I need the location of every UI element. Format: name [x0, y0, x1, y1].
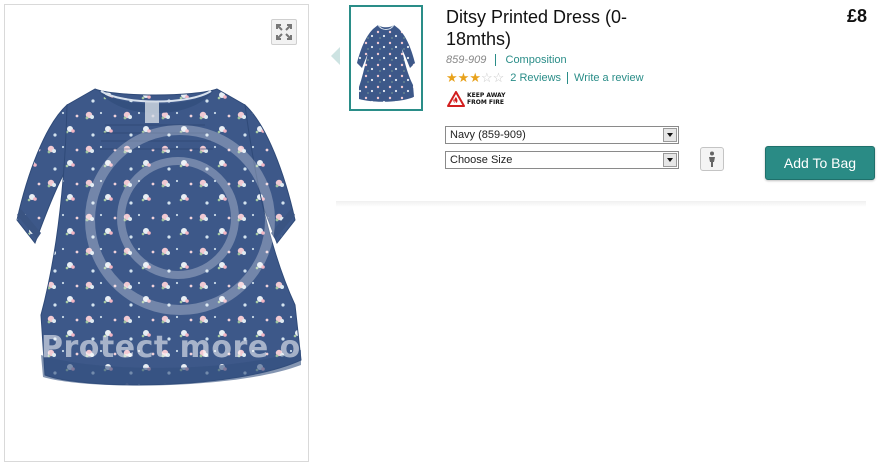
product-thumbnail[interactable]: [349, 5, 423, 111]
reviews-link[interactable]: 2 Reviews: [510, 72, 561, 84]
star-rating: ★ ★ ★ ☆ ☆: [446, 71, 504, 84]
fire-warning-text: KEEP AWAY FROM FIRE: [467, 92, 506, 106]
person-icon: [709, 151, 715, 167]
size-select-value: Choose Size: [450, 154, 513, 166]
chevron-down-icon[interactable]: [663, 153, 677, 167]
colour-select-value: Navy (859-909): [450, 129, 526, 141]
size-select[interactable]: Choose Size: [445, 151, 679, 169]
add-to-bag-button[interactable]: Add To Bag: [765, 146, 875, 180]
main-product-image[interactable]: Protect more of: [4, 4, 309, 462]
product-title: Ditsy Printed Dress (0-18mths): [446, 7, 628, 49]
write-review-link[interactable]: Write a review: [574, 72, 643, 84]
expand-image-button[interactable]: [271, 19, 297, 45]
thumbnail-dress-image: [357, 24, 415, 102]
expand-icon: [276, 24, 292, 40]
product-price: £8: [846, 6, 867, 26]
watermark-ring-inner: [117, 157, 239, 279]
fire-warning-label: KEEP AWAY FROM FIRE: [447, 91, 509, 107]
star-filled-icon: ★: [446, 70, 458, 85]
composition-link[interactable]: Composition: [506, 54, 567, 66]
chevron-left-icon[interactable]: [331, 47, 340, 65]
product-code: 859-909: [446, 54, 487, 66]
chevron-down-icon[interactable]: [663, 128, 677, 142]
colour-select[interactable]: Navy (859-909): [445, 126, 679, 144]
fire-warning-icon: [447, 91, 465, 107]
star-filled-icon: ★: [457, 70, 470, 85]
divider: [567, 71, 569, 84]
size-guide-button[interactable]: [700, 147, 724, 171]
star-empty-icon: ☆: [492, 70, 505, 85]
section-divider: [336, 201, 866, 207]
divider: [495, 54, 497, 67]
star-empty-icon: ☆: [480, 70, 493, 85]
rating-row: ★ ★ ★ ☆ ☆ 2 Reviews Write a review: [446, 71, 644, 84]
image-watermark: Protect more of: [41, 330, 309, 365]
star-filled-icon: ★: [469, 70, 481, 85]
product-meta: 859-909 Composition: [446, 54, 567, 67]
